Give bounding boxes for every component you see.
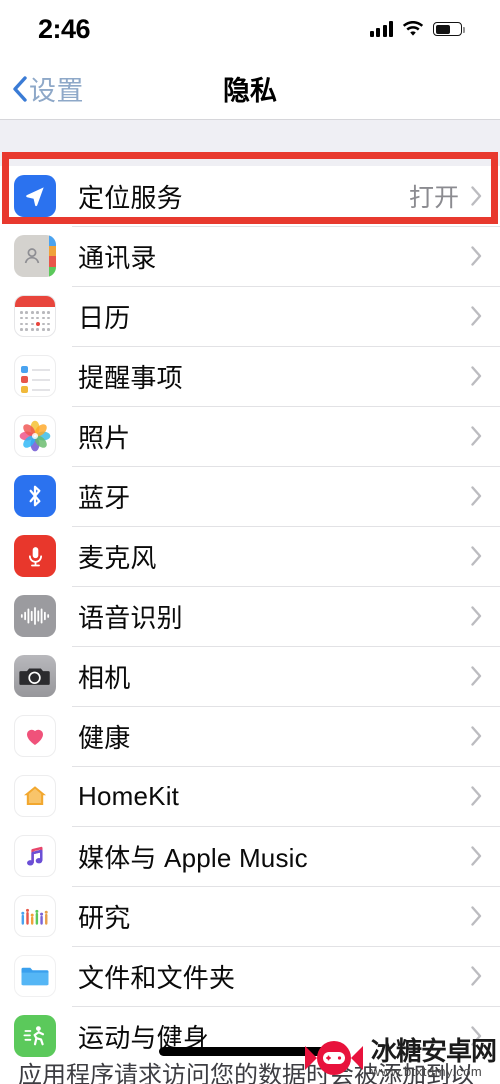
list-item-label: 相机 xyxy=(78,662,131,693)
list-item-label: 日历 xyxy=(78,302,131,333)
list-item-label: 提醒事项 xyxy=(78,362,183,393)
chevron-right-icon xyxy=(471,606,482,626)
watermark-title: 冰糖安卓网 xyxy=(370,1035,497,1066)
list-item-label: 通讯录 xyxy=(78,242,157,273)
contacts-tabs xyxy=(49,235,56,277)
list-item-value: 打开 xyxy=(408,184,459,212)
list-item-label: HomeKit xyxy=(78,780,180,811)
list-item-label: 定位服务 xyxy=(78,182,183,213)
microphone-icon xyxy=(14,535,56,577)
list-item-location-services[interactable]: 定位服务 打开 xyxy=(0,166,500,226)
chevron-right-icon xyxy=(471,966,482,986)
contacts-icon xyxy=(14,235,56,277)
list-item-photos[interactable]: 照片 xyxy=(0,406,500,466)
list-item-media-apple-music[interactable]: 媒体与 Apple Music xyxy=(0,826,500,886)
candy-gamepad-logo-icon xyxy=(303,1036,365,1080)
list-item-label: 媒体与 Apple Music xyxy=(78,842,308,873)
list-item-camera[interactable]: 相机 xyxy=(0,646,500,706)
watermark-url: www.btxtdmy.com xyxy=(370,1063,483,1079)
chevron-right-icon xyxy=(471,306,482,326)
chevron-right-icon xyxy=(471,906,482,926)
home-icon xyxy=(14,775,56,817)
chevron-right-icon xyxy=(471,726,482,746)
chevron-right-icon xyxy=(471,666,482,686)
battery-icon xyxy=(433,22,465,36)
list-item-bluetooth[interactable]: 蓝牙 xyxy=(0,466,500,526)
back-button-label: 设置 xyxy=(29,76,84,106)
chevron-right-icon xyxy=(471,366,482,386)
chevron-right-icon xyxy=(471,486,482,506)
wifi-icon xyxy=(402,20,424,37)
list-item-label: 语音识别 xyxy=(78,602,183,633)
list-item-contacts[interactable]: 通讯录 xyxy=(0,226,500,286)
back-button[interactable]: 设置 xyxy=(0,69,84,108)
navigation-bar: 设置 隐私 xyxy=(0,58,500,120)
list-item-health[interactable]: 健康 xyxy=(0,706,500,766)
chevron-right-icon xyxy=(471,786,482,806)
photos-icon xyxy=(14,415,56,457)
list-item-label: 文件和文件夹 xyxy=(78,962,236,993)
chevron-left-icon xyxy=(12,75,27,102)
phone-screen: 2:46 设置 隐私 定位服务 打开 通讯录 日历 提醒事项 照片 蓝牙 麦克风… xyxy=(0,0,500,1084)
health-heart-icon xyxy=(14,715,56,757)
calendar-icon xyxy=(14,295,56,337)
list-item-label: 蓝牙 xyxy=(78,482,131,513)
list-item-calendar[interactable]: 日历 xyxy=(0,286,500,346)
list-item-reminders[interactable]: 提醒事项 xyxy=(0,346,500,406)
cellular-signal-icon xyxy=(369,21,393,37)
site-watermark: 冰糖安卓网 www.btxtdmy.com xyxy=(303,1035,497,1080)
music-note-icon xyxy=(14,835,56,877)
list-item-microphone[interactable]: 麦克风 xyxy=(0,526,500,586)
location-arrow-icon xyxy=(14,175,56,217)
list-item-homekit[interactable]: HomeKit xyxy=(0,766,500,826)
camera-icon xyxy=(14,655,56,697)
group-spacer xyxy=(0,120,500,166)
list-item-label: 研究 xyxy=(78,902,131,933)
chevron-right-icon xyxy=(471,186,482,206)
list-item-label: 健康 xyxy=(78,722,131,753)
reminders-icon xyxy=(14,355,56,397)
privacy-settings-list: 定位服务 打开 通讯录 日历 提醒事项 照片 蓝牙 麦克风 语音识别 相机 健康… xyxy=(0,166,500,1066)
list-item-research[interactable]: 研究 xyxy=(0,886,500,946)
chevron-right-icon xyxy=(471,546,482,566)
research-chart-icon xyxy=(14,895,56,937)
status-bar: 2:46 xyxy=(0,0,500,58)
list-item-speech-recognition[interactable]: 语音识别 xyxy=(0,586,500,646)
chevron-right-icon xyxy=(471,426,482,446)
chevron-right-icon xyxy=(471,846,482,866)
speech-waveform-icon xyxy=(14,595,56,637)
chevron-right-icon xyxy=(471,246,482,266)
list-item-label: 麦克风 xyxy=(78,542,157,573)
list-item-label: 照片 xyxy=(78,422,131,453)
list-item-files-and-folders[interactable]: 文件和文件夹 xyxy=(0,946,500,1006)
running-person-icon xyxy=(14,1015,56,1057)
bluetooth-icon xyxy=(14,475,56,517)
folder-icon xyxy=(14,955,56,997)
status-indicators xyxy=(369,20,465,37)
status-time: 2:46 xyxy=(38,13,91,44)
